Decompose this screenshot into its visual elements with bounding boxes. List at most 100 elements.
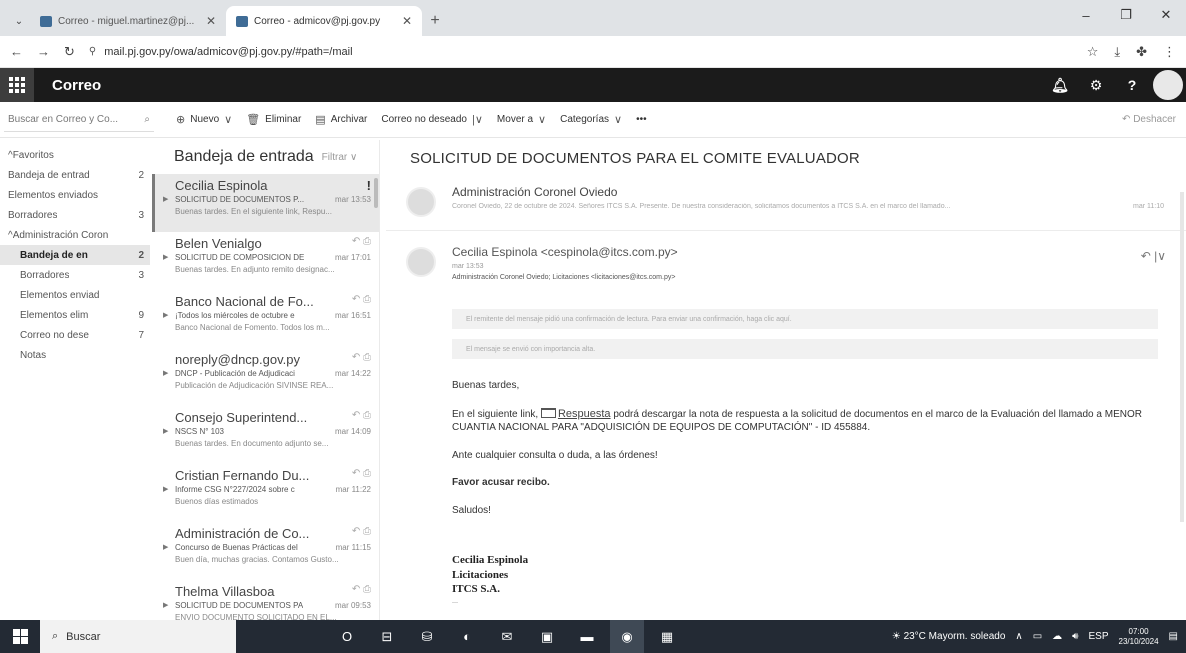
extensions-icon[interactable]: ✤ [1136,44,1147,60]
network-icon[interactable]: ▭ [1033,631,1042,642]
read-receipt-notice[interactable]: El remitente del mensaje pidió una confi… [452,309,1158,329]
response-link[interactable]: Respuesta [558,408,611,420]
junk-button[interactable]: Correo no deseado |∨ [381,113,483,126]
message-list-scrollbar[interactable] [374,178,378,208]
reading-pane-scrollbar[interactable] [1180,192,1184,522]
folder-item[interactable]: Bandeja de en 2 [0,245,150,265]
minimize-icon[interactable]: – [1066,0,1106,30]
sender-address[interactable]: Cecilia Espinola <cespinola@itcs.com.py> [452,245,678,259]
user-avatar[interactable] [1150,68,1186,102]
download-icon[interactable]: ⤓ [1114,44,1120,60]
expand-caret-icon[interactable]: ▶ [163,601,168,609]
cortana-circle-icon[interactable]: O [330,620,364,653]
browser-menu-icon[interactable]: ⋮ [1163,44,1176,60]
folder-group[interactable]: ^ Administración Coron [0,225,150,245]
message-list-item[interactable]: Cecilia Espinola! ▶ SOLICITUD DE DOCUMENTO… [152,174,379,232]
chrome-browser-icon[interactable]: ◉ [610,620,644,653]
close-window-icon[interactable]: ✕ [1146,0,1186,30]
task-view-icon[interactable]: ⊟ [370,620,404,653]
volume-icon[interactable]: 🔊︎ [1072,631,1078,642]
close-tab-icon[interactable]: ✕ [206,14,216,28]
language-indicator[interactable]: ESP [1088,631,1108,642]
start-button[interactable] [0,620,40,653]
folder-item[interactable]: Elementos enviados [0,185,150,205]
message-list-item[interactable]: noreply@dncp.gov.py ↶ ⎙ ▶ DNCP - Publicació… [152,348,379,406]
expand-caret-icon[interactable]: ▶ [163,427,168,435]
store-bag-icon[interactable]: ⛁ [410,620,444,653]
archive-button[interactable]: ▤ Archivar [315,113,367,126]
junk-label: Correo no deseado [381,114,467,125]
notifications-bell-icon[interactable]: 🔔︎ [1042,68,1078,102]
reply-all-button[interactable]: ↶ |∨ [1141,249,1166,263]
tray-chevron-up-icon[interactable]: ∧ [1015,631,1022,642]
reply-arrow-icon[interactable]: ↶ ⎙ [352,584,371,599]
new-message-button[interactable]: ⊕ Nuevo ∨ [176,113,232,126]
move-to-button[interactable]: Mover a ∨ [497,113,546,126]
message-list-item[interactable]: Banco Nacional de Fo... ↶ ⎙ ▶ ¡Todos los mi… [152,290,379,348]
browser-tab-1[interactable]: Correo - miguel.martinez@pj... ✕ [30,6,226,36]
move-label: Mover a [496,114,534,125]
edge-browser-icon[interactable]: ◐ [450,620,484,653]
message-list-item[interactable]: Consejo Superintend... ↶ ⎙ ▶ NSCS N° 103 mar… [152,406,379,464]
tab-search-chevron-icon[interactable]: ⌄ [8,6,30,36]
chevron-down-icon[interactable]: |∨ [472,113,483,126]
message-list-item[interactable]: Thelma Villasboa ↶ ⎙ ▶ SOLICITUD DE DOCUMEN… [152,580,379,620]
undo-button[interactable]: ↶ Deshacer [1122,114,1176,125]
reply-arrow-icon[interactable]: ↶ ⎙ [352,236,371,251]
bookmark-star-icon[interactable]: ☆ [1087,44,1099,60]
new-tab-plus-icon[interactable]: + [422,6,448,36]
expand-caret-icon[interactable]: ▶ [163,543,168,551]
reply-arrow-icon[interactable]: ↶ ⎙ [352,294,371,309]
expand-caret-icon[interactable]: ▶ [163,195,168,203]
folder-group[interactable]: ^ Favoritos [0,145,150,165]
app-title[interactable]: Correo [52,77,101,94]
site-info-icon[interactable]: ⚲ [89,46,96,57]
collapsed-message[interactable]: Administración Coronel Oviedo Coronel Ov… [386,183,1186,231]
settings-gear-icon[interactable]: ⚙ [1078,68,1114,102]
folder-item[interactable]: Correo no dese 7 [0,325,150,345]
expand-caret-icon[interactable]: ▶ [163,369,168,377]
categories-button[interactable]: Categorías ∨ [560,113,622,126]
message-list-item[interactable]: Administración de Co... ↶ ⎙ ▶ Concurso de B… [152,522,379,580]
excel-icon[interactable]: ▦ [650,620,684,653]
filter-button[interactable]: Filtrar ∨ [322,152,358,163]
expand-caret-icon[interactable]: ▶ [163,253,168,261]
restore-icon[interactable]: ❐ [1106,0,1146,30]
cloud-icon[interactable]: ☁ [1052,631,1062,642]
help-question-icon[interactable]: ? [1114,68,1150,102]
reply-arrow-icon[interactable]: ↶ ⎙ [352,352,371,367]
search-icon[interactable]: ⌕ [144,114,150,125]
weather-widget[interactable]: ☀ 23°C Mayorm. soleado [892,631,1006,642]
chevron-down-icon[interactable]: ∨ [224,113,232,126]
expand-caret-icon[interactable]: ▶ [163,311,168,319]
taskbar-search-input[interactable]: ⌕ Buscar [40,620,236,653]
folder-item[interactable]: Bandeja de entrad 2 [0,165,150,185]
message-list-item[interactable]: Belen Venialgo ↶ ⎙ ▶ SOLICITUD DE COMPOSICI… [152,232,379,290]
folder-item[interactable]: Borradores 3 [0,265,150,285]
more-actions-button[interactable]: ••• [636,114,647,125]
reply-arrow-icon[interactable]: ↶ ⎙ [352,468,371,483]
search-input[interactable]: Buscar en Correo y Co... ⌕ [4,108,154,132]
reply-arrow-icon[interactable]: ↶ ⎙ [352,526,371,541]
close-tab-icon[interactable]: ✕ [402,14,412,28]
back-arrow-icon[interactable]: ← [10,44,23,59]
reload-icon[interactable]: ↻ [64,44,75,60]
folder-item[interactable]: Borradores 3 [0,205,150,225]
mail-envelope-icon[interactable]: ✉ [490,620,524,653]
app-launcher-waffle-icon[interactable] [0,68,34,102]
folder-item[interactable]: Elementos enviad [0,285,150,305]
url-field[interactable]: ⚲ mail.pj.gov.py/owa/admicov@pj.gov.py/#… [89,46,1073,58]
folder-item[interactable]: Notas [0,345,150,365]
message-list-item[interactable]: Cristian Fernando Du... ↶ ⎙ ▶ Informe CSG N… [152,464,379,522]
forward-arrow-icon[interactable]: → [37,44,50,59]
file-explorer-icon[interactable]: ▬ [570,620,604,653]
folder-item[interactable]: Elementos elim 9 [0,305,150,325]
teams-icon[interactable]: ▣ [530,620,564,653]
expand-caret-icon[interactable]: ▶ [163,485,168,493]
notifications-center-icon[interactable]: ▤ [1169,631,1178,642]
reply-arrow-icon[interactable]: ↶ ⎙ [352,410,371,425]
clock[interactable]: 07:00 23/10/2024 [1119,627,1159,647]
chevron-down-icon[interactable]: |∨ [1154,249,1166,263]
browser-tab-2[interactable]: Correo - admicov@pj.gov.py ✕ [226,6,422,36]
delete-button[interactable]: 🗑︎ Eliminar [246,113,301,126]
